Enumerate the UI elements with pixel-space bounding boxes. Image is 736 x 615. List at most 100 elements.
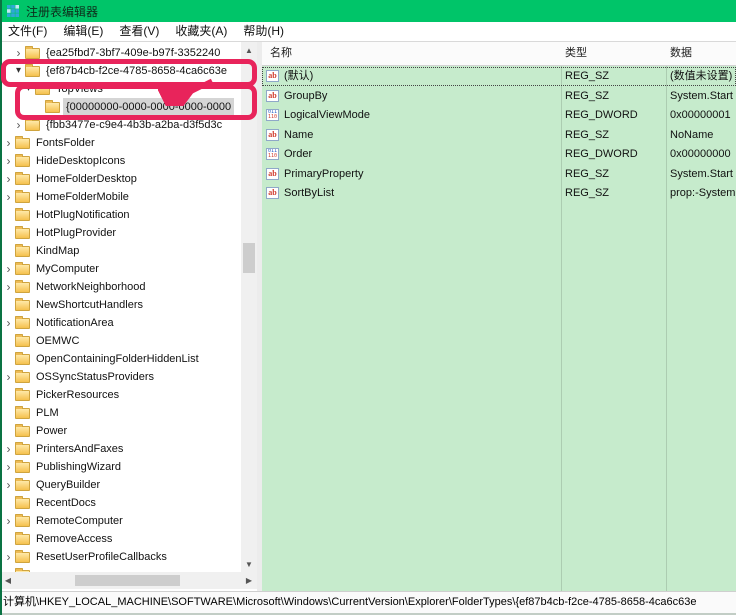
value-name: LogicalViewMode: [284, 109, 371, 121]
tree-item-resetuserprofilecallbacks[interactable]: › ResetUserProfileCallbacks: [0, 548, 241, 566]
column-header-type[interactable]: 类型: [565, 42, 587, 65]
chevron-right-icon[interactable]: ›: [3, 512, 14, 530]
folder-icon: [15, 550, 30, 563]
value-row-groupby[interactable]: ab GroupBy REG_SZ System.Start: [262, 87, 736, 106]
tree-item-printersandfaxes[interactable]: › PrintersAndFaxes: [0, 440, 241, 458]
tree-item-label[interactable]: HomeFolderMobile: [33, 188, 132, 206]
title-bar: 注册表编辑器: [0, 0, 736, 22]
value-row--[interactable]: ab (默认) REG_SZ (数值未设置): [262, 67, 736, 86]
chevron-right-icon[interactable]: ›: [3, 476, 14, 494]
chevron-right-icon[interactable]: ›: [3, 152, 14, 170]
folder-icon: [25, 118, 40, 131]
tree-item-label[interactable]: PLM: [33, 404, 62, 422]
tree-horizontal-scrollbar[interactable]: ◀ ▶: [0, 572, 257, 589]
tree-item-oemwc[interactable]: OEMWC: [0, 332, 241, 350]
scroll-left-icon[interactable]: ◀: [0, 572, 16, 588]
chevron-right-icon[interactable]: ›: [3, 314, 14, 332]
tree-item-notificationarea[interactable]: › NotificationArea: [0, 314, 241, 332]
tree-item-plm[interactable]: PLM: [0, 404, 241, 422]
tree-item-label[interactable]: FontsFolder: [33, 134, 98, 152]
tree-item-ossyncstatusproviders[interactable]: › OSSyncStatusProviders: [0, 368, 241, 386]
tree-item-label[interactable]: RecentDocs: [33, 494, 99, 512]
tree-item-label[interactable]: KindMap: [33, 242, 82, 260]
tree-item-label[interactable]: RemoveAccess: [33, 530, 115, 548]
scroll-right-icon[interactable]: ▶: [241, 572, 257, 588]
tree-item-newshortcuthandlers[interactable]: NewShortcutHandlers: [0, 296, 241, 314]
chevron-right-icon[interactable]: ›: [3, 170, 14, 188]
tree-item-label[interactable]: OEMWC: [33, 332, 82, 350]
chevron-right-icon[interactable]: ›: [3, 458, 14, 476]
tree-item-label[interactable]: PublishingWizard: [33, 458, 124, 476]
status-bar: 计算机\HKEY_LOCAL_MACHINE\SOFTWARE\Microsof…: [0, 591, 736, 613]
menu-item-1[interactable]: 编辑(E): [55, 22, 111, 41]
tree-item-label[interactable]: Power: [33, 422, 70, 440]
tree-item-label[interactable]: NotificationArea: [33, 314, 117, 332]
dword-value-icon: 011 110: [266, 148, 279, 160]
tree-item-label[interactable]: PickerResources: [33, 386, 122, 404]
vertical-scroll-thumb[interactable]: [243, 243, 255, 273]
values-list-header: 名称 类型 数据: [262, 42, 736, 66]
value-row-name[interactable]: ab Name REG_SZ NoName: [262, 126, 736, 145]
tree-item-label[interactable]: OpenContainingFolderHiddenList: [33, 350, 202, 368]
value-type: REG_DWORD: [565, 109, 638, 121]
chevron-right-icon[interactable]: ›: [3, 368, 14, 386]
folder-icon: [15, 424, 30, 437]
tree-item-publishingwizard[interactable]: › PublishingWizard: [0, 458, 241, 476]
tree-item-label[interactable]: HotPlugNotification: [33, 206, 133, 224]
chevron-right-icon[interactable]: ›: [3, 440, 14, 458]
horizontal-scroll-thumb[interactable]: [75, 575, 180, 586]
tree-item-pickerresources[interactable]: PickerResources: [0, 386, 241, 404]
tree-item-label[interactable]: HotPlugProvider: [33, 224, 119, 242]
column-header-data[interactable]: 数据: [670, 42, 692, 65]
value-row-sortbylist[interactable]: ab SortByList REG_SZ prop:-System: [262, 184, 736, 203]
tree-item-removeaccess[interactable]: RemoveAccess: [0, 530, 241, 548]
tree-item-hidedesktopicons[interactable]: › HideDesktopIcons: [0, 152, 241, 170]
tree-item-hotplugnotification[interactable]: HotPlugNotification: [0, 206, 241, 224]
tree-vertical-scrollbar[interactable]: ▲ ▼: [241, 42, 257, 572]
registry-editor-icon: [7, 5, 19, 17]
tree-item-label[interactable]: NetworkNeighborhood: [33, 278, 148, 296]
tree-item-hotplugprovider[interactable]: HotPlugProvider: [0, 224, 241, 242]
chevron-right-icon[interactable]: ›: [3, 260, 14, 278]
registry-tree-panel: › {ea25fbd7-3bf7-409e-b97f-3352240 ▾ {ef87b…: [0, 42, 257, 591]
tree-item-label[interactable]: ResetUserProfileCallbacks: [33, 548, 170, 566]
chevron-right-icon[interactable]: ›: [3, 548, 14, 566]
scroll-down-icon[interactable]: ▼: [241, 556, 257, 572]
tree-item-power[interactable]: Power: [0, 422, 241, 440]
tree-item-fontsfolder[interactable]: › FontsFolder: [0, 134, 241, 152]
tree-item-label[interactable]: RemoteComputer: [33, 512, 126, 530]
tree-item-recentdocs[interactable]: RecentDocs: [0, 494, 241, 512]
tree-item-homefoldermobile[interactable]: › HomeFolderMobile: [0, 188, 241, 206]
folder-icon: [15, 388, 30, 401]
tree-item-homefolderdesktop[interactable]: › HomeFolderDesktop: [0, 170, 241, 188]
column-header-name[interactable]: 名称: [270, 42, 292, 65]
folder-icon: [15, 352, 30, 365]
tree-item-label[interactable]: PrintersAndFaxes: [33, 440, 126, 458]
tree-item-label[interactable]: NewShortcutHandlers: [33, 296, 146, 314]
tree-item-label[interactable]: QueryBuilder: [33, 476, 103, 494]
tree-item-label[interactable]: HomeFolderDesktop: [33, 170, 140, 188]
tree-item-label[interactable]: OSSyncStatusProviders: [33, 368, 157, 386]
chevron-right-icon[interactable]: ›: [3, 278, 14, 296]
menu-item-2[interactable]: 查看(V): [111, 22, 167, 41]
tree-item-mycomputer[interactable]: › MyComputer: [0, 260, 241, 278]
tree-item-opencontainingfolderhiddenlist[interactable]: OpenContainingFolderHiddenList: [0, 350, 241, 368]
menu-item-0[interactable]: 文件(F): [0, 22, 55, 41]
value-row-logicalviewmode[interactable]: 011 110 LogicalViewMode REG_DWORD 0x00000001: [262, 106, 736, 125]
registry-values-panel: 名称 类型 数据 ab (默认) REG_SZ (数值未设置) ab GroupBy REG…: [262, 42, 736, 591]
string-value-icon: ab: [266, 70, 279, 82]
menu-item-4[interactable]: 帮助(H): [235, 22, 292, 41]
tree-item-label[interactable]: HideDesktopIcons: [33, 152, 128, 170]
chevron-right-icon[interactable]: ›: [3, 188, 14, 206]
value-row-primaryproperty[interactable]: ab PrimaryProperty REG_SZ System.Start: [262, 165, 736, 184]
tree-item-label[interactable]: MyComputer: [33, 260, 102, 278]
menu-item-3[interactable]: 收藏夹(A): [167, 22, 235, 41]
window-left-border: [0, 0, 2, 615]
tree-item-networkneighborhood[interactable]: › NetworkNeighborhood: [0, 278, 241, 296]
tree-item-querybuilder[interactable]: › QueryBuilder: [0, 476, 241, 494]
scroll-up-icon[interactable]: ▲: [241, 42, 257, 58]
value-row-order[interactable]: 011 110 Order REG_DWORD 0x00000000: [262, 145, 736, 164]
chevron-right-icon[interactable]: ›: [3, 134, 14, 152]
tree-item-remotecomputer[interactable]: › RemoteComputer: [0, 512, 241, 530]
tree-item-kindmap[interactable]: KindMap: [0, 242, 241, 260]
